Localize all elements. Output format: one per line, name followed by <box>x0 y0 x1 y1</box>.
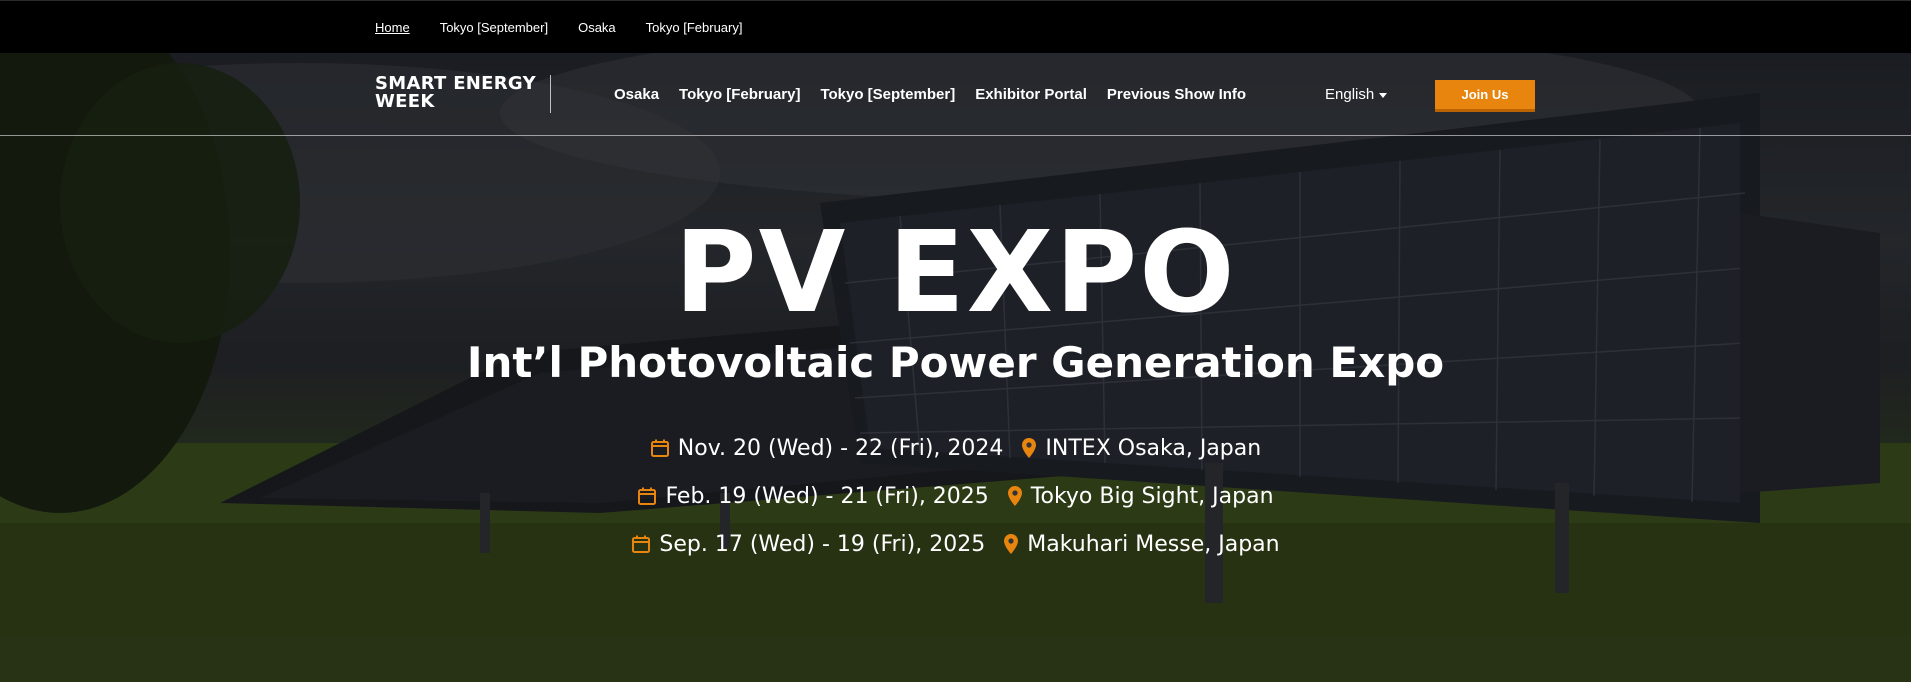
calendar-icon <box>637 486 657 506</box>
event-list: Nov. 20 (Wed) - 22 (Fri), 2024 INTEX Osa… <box>0 424 1911 568</box>
smart-energy-week-logo[interactable]: SMART ENERGY WEEK <box>375 75 536 111</box>
nav-item-previous-show-info[interactable]: Previous Show Info <box>1107 86 1246 103</box>
language-label: English <box>1325 86 1375 103</box>
calendar-icon <box>631 534 651 554</box>
logo-line-2: WEEK <box>375 91 435 112</box>
top-link-tokyo-september[interactable]: Tokyo [September] <box>440 20 548 35</box>
nav-item-exhibitor-portal[interactable]: Exhibitor Portal <box>975 86 1087 103</box>
event-date-text: Sep. 17 (Wed) - 19 (Fri), 2025 <box>659 531 986 557</box>
event-place: Tokyo Big Sight, Japan <box>1007 484 1274 509</box>
chevron-down-icon <box>1379 93 1388 98</box>
nav-item-osaka[interactable]: Osaka <box>614 86 659 103</box>
map-pin-icon <box>1007 485 1023 507</box>
event-row-tokyo-september: Sep. 17 (Wed) - 19 (Fri), 2025 Makuhari … <box>0 520 1911 568</box>
main-navigation: SMART ENERGY WEEK Osaka Tokyo [February]… <box>0 53 1911 136</box>
event-date: Sep. 17 (Wed) - 19 (Fri), 2025 <box>631 532 985 557</box>
top-utility-bar: Home Tokyo [September] Osaka Tokyo [Febr… <box>0 0 1911 53</box>
top-link-tokyo-february[interactable]: Tokyo [February] <box>646 20 743 35</box>
event-place: Makuhari Messe, Japan <box>1003 531 1280 557</box>
nav-links: Osaka Tokyo [February] Tokyo [September]… <box>614 86 1246 103</box>
join-us-button[interactable]: Join Us <box>1435 80 1535 112</box>
event-place-text: Tokyo Big Sight, Japan <box>1030 483 1274 509</box>
event-date: Feb. 19 (Wed) - 21 (Fri), 2025 <box>637 483 989 509</box>
event-row-tokyo-february: Feb. 19 (Wed) - 21 (Fri), 2025 Tokyo Big… <box>0 472 1911 520</box>
event-place: INTEX Osaka, Japan <box>1021 436 1261 461</box>
top-link-home[interactable]: Home <box>375 20 410 35</box>
hero-title: PV EXPO <box>674 208 1237 338</box>
event-place-text: Makuhari Messe, Japan <box>1027 531 1280 557</box>
logo-divider <box>550 75 551 113</box>
calendar-icon <box>650 438 670 458</box>
event-place-text: INTEX Osaka, Japan <box>1045 435 1262 461</box>
event-date-text: Feb. 19 (Wed) - 21 (Fri), 2025 <box>665 483 989 509</box>
event-date-text: Nov. 20 (Wed) - 22 (Fri), 2024 <box>677 435 1004 461</box>
language-selector[interactable]: English <box>1325 86 1388 103</box>
map-pin-icon <box>1021 437 1037 459</box>
top-utility-links: Home Tokyo [September] Osaka Tokyo [Febr… <box>375 20 742 35</box>
nav-item-tokyo-september[interactable]: Tokyo [September] <box>820 86 955 103</box>
event-date: Nov. 20 (Wed) - 22 (Fri), 2024 <box>650 435 1004 461</box>
map-pin-icon <box>1003 533 1019 555</box>
nav-item-tokyo-february[interactable]: Tokyo [February] <box>679 86 800 103</box>
top-link-osaka[interactable]: Osaka <box>578 20 616 35</box>
hero-subtitle: Int’l Photovoltaic Power Generation Expo <box>466 338 1445 387</box>
event-row-osaka: Nov. 20 (Wed) - 22 (Fri), 2024 INTEX Osa… <box>0 424 1911 472</box>
